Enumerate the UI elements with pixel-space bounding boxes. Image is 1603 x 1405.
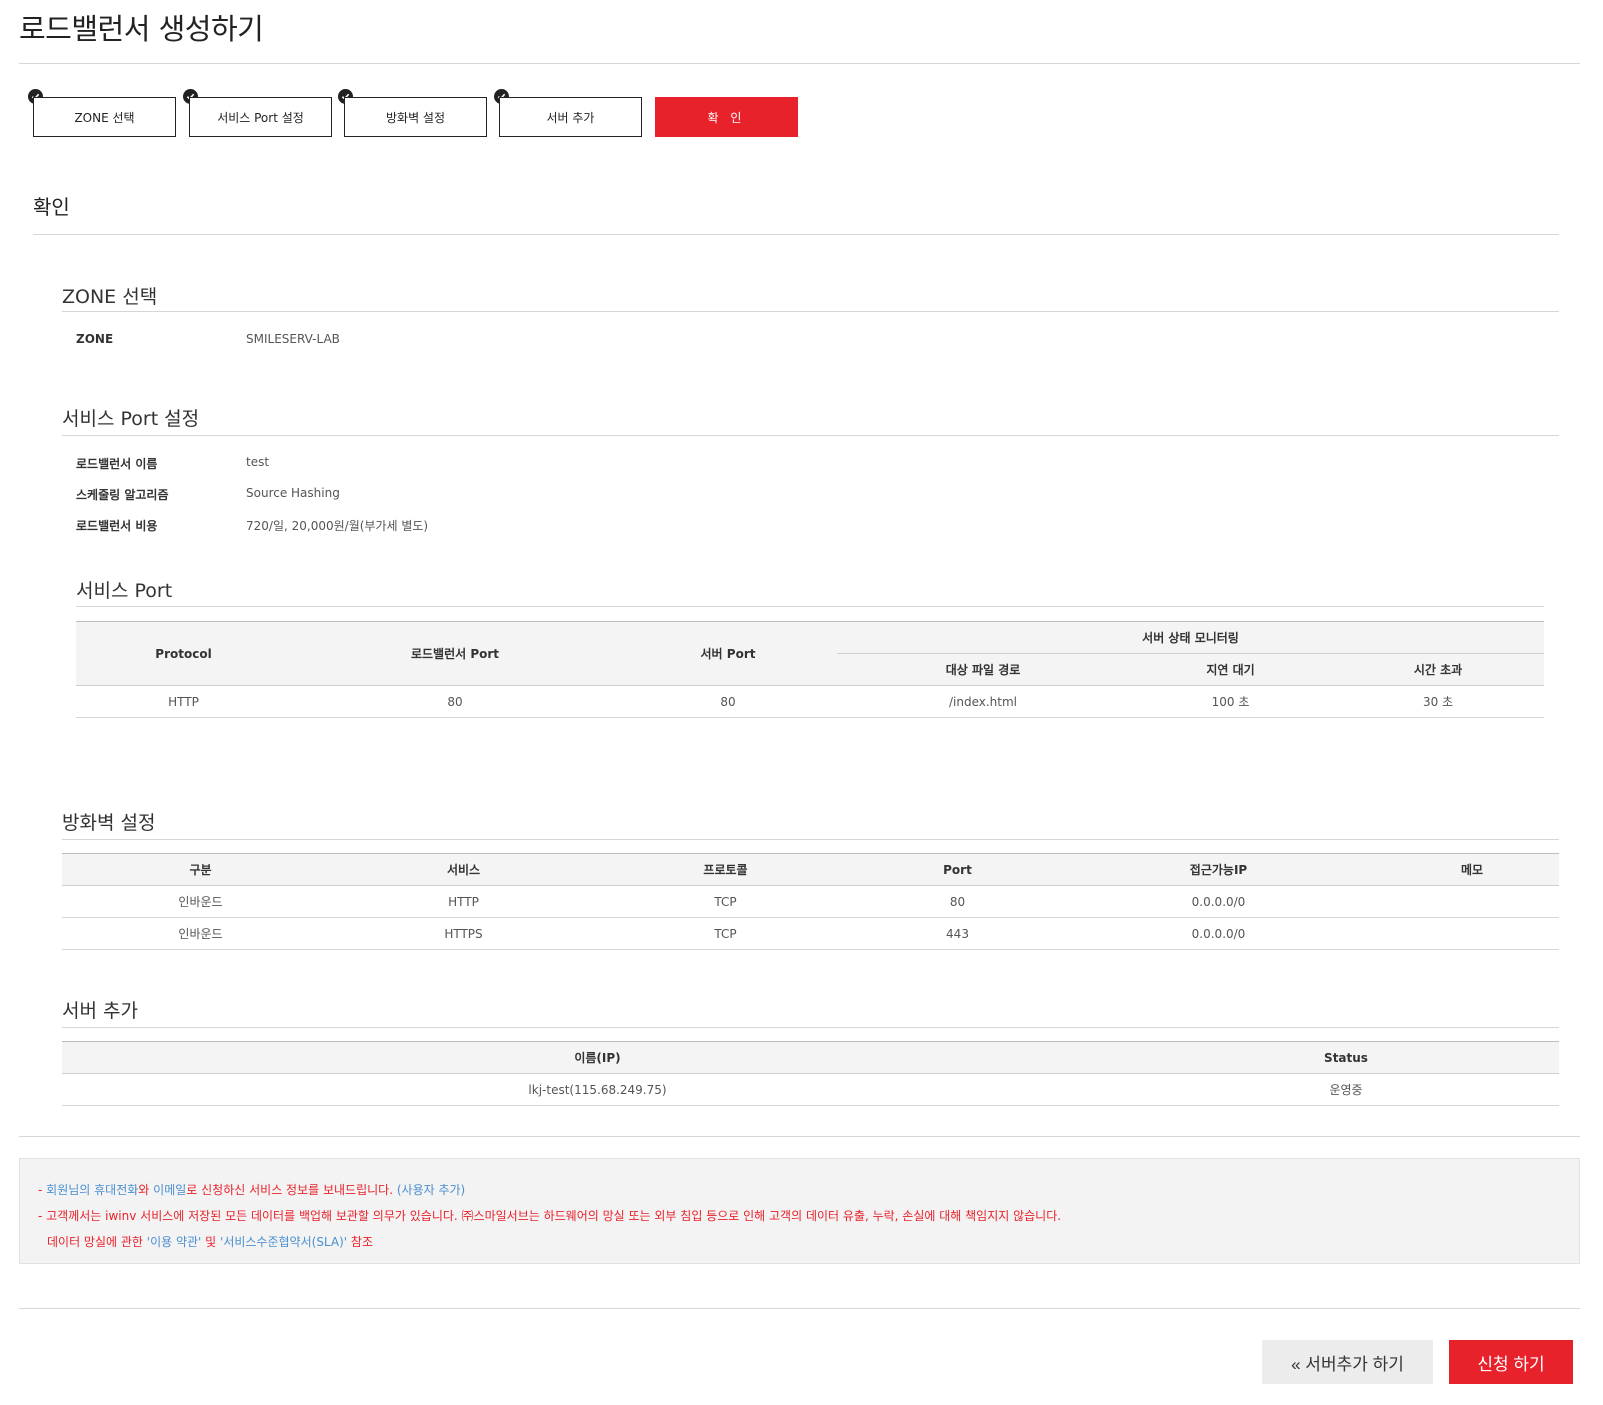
cell-protocol: HTTP (76, 685, 291, 718)
service-port-table-title: 서비스 Port (76, 580, 173, 602)
step-zone[interactable]: ZONE 선택 (33, 97, 176, 137)
notice-email: 이메일 (153, 1183, 187, 1197)
apply-button[interactable]: 신청 하기 (1449, 1340, 1573, 1384)
firewall-section-title: 방화벽 설정 (62, 812, 156, 834)
cell-memo (1385, 917, 1559, 950)
cell-allowed-ip: 0.0.0.0/0 (1052, 885, 1385, 918)
add-user-link[interactable]: (사용자 추가) (393, 1183, 465, 1197)
page-title: 로드밸런서 생성하기 (19, 12, 264, 46)
table-row: 인바운드 HTTP TCP 80 0.0.0.0/0 (62, 885, 1559, 918)
firewall-section-divider (62, 839, 1559, 840)
col-monitoring: 서버 상태 모니터링 (837, 621, 1545, 654)
col-lb-port: 로드밸런서 Port (291, 621, 619, 686)
cell-timeout: 30 초 (1332, 685, 1545, 718)
footer-divider (19, 1308, 1580, 1309)
sla-link[interactable]: '서비스수준협약서(SLA)' (220, 1235, 347, 1249)
cell-allowed-ip: 0.0.0.0/0 (1052, 917, 1385, 950)
cell-memo (1385, 885, 1559, 918)
cell-port: 443 (863, 917, 1052, 950)
firewall-table: 구분 서비스 프로토콜 Port 접근가능IP 메모 인바운드 HTTP TCP… (62, 853, 1559, 950)
cell-port: 80 (863, 885, 1052, 918)
col-server-port: 서버 Port (619, 621, 837, 686)
cell-protocol: TCP (588, 885, 863, 918)
notice-and-2: 및 (201, 1235, 221, 1249)
notice-line-2: - 고객께서는 iwinv 서비스에 저장된 모든 데이터를 백업해 보관할 의… (38, 1209, 1062, 1223)
cell-type: 인바운드 (62, 917, 339, 950)
table-row: 인바운드 HTTPS TCP 443 0.0.0.0/0 (62, 917, 1559, 950)
step-add-server[interactable]: 서버 추가 (499, 97, 642, 137)
col-protocol: Protocol (76, 621, 291, 686)
step-firewall[interactable]: 방화벽 설정 (344, 97, 487, 137)
server-section-title: 서버 추가 (62, 1000, 138, 1022)
cell-name-ip: lkj-test(115.68.249.75) (62, 1073, 1133, 1106)
step-service-port[interactable]: 서비스 Port 설정 (189, 97, 332, 137)
notice-phone: 회원님의 휴대전화 (46, 1183, 139, 1197)
title-divider (19, 63, 1580, 64)
col-type: 구분 (62, 853, 339, 886)
lb-name-label: 로드밸런서 이름 (76, 457, 158, 471)
notice-line-1: - 회원님의 휴대전화와 이메일로 신청하신 서비스 정보를 보내드립니다. (… (38, 1177, 1561, 1203)
notice-refer: 참조 (347, 1235, 373, 1249)
lb-cost-value: 720/일, 20,000원/월(부가세 별도) (246, 519, 429, 533)
service-port-section-divider (62, 435, 1559, 436)
col-port: Port (863, 853, 1052, 886)
lb-name-value: test (246, 455, 270, 469)
cell-delay: 100 초 (1129, 685, 1332, 718)
col-path: 대상 파일 경로 (837, 653, 1129, 686)
zone-value: SMILESERV-LAB (246, 332, 340, 346)
notice-data-loss: 데이터 망실에 관한 (47, 1235, 147, 1249)
table-row: HTTP 80 80 /index.html 100 초 30 초 (76, 685, 1545, 718)
cell-lb-port: 80 (291, 685, 619, 718)
notice-line-3: 데이터 망실에 관한 '이용 약관' 및 '서비스수준협약서(SLA)' 참조 (38, 1229, 1561, 1255)
col-timeout: 시간 초과 (1332, 653, 1545, 686)
cell-service: HTTP (339, 885, 588, 918)
notice-dash: - (38, 1183, 47, 1197)
zone-label: ZONE (76, 332, 114, 346)
service-port-table: Protocol 로드밸런서 Port 서버 Port 서버 상태 모니터링 대… (76, 621, 1545, 718)
col-memo: 메모 (1385, 853, 1559, 886)
col-allowed-ip: 접근가능IP (1052, 853, 1385, 886)
cell-path: /index.html (837, 685, 1129, 718)
notice-send-text: 로 신청하신 서비스 정보를 보내드립니다. (186, 1183, 394, 1197)
cell-service: HTTPS (339, 917, 588, 950)
cell-type: 인바운드 (62, 885, 339, 918)
notice-box: - 회원님의 휴대전화와 이메일로 신청하신 서비스 정보를 보내드립니다. (… (19, 1158, 1580, 1264)
server-table: 이름(IP) Status lkj-test(115.68.249.75) 운영… (62, 1041, 1559, 1106)
cell-server-port: 80 (619, 685, 837, 718)
col-service: 서비스 (339, 853, 588, 886)
zone-section-divider (62, 311, 1559, 312)
content-end-divider (19, 1136, 1580, 1137)
scheduling-value: Source Hashing (246, 486, 340, 500)
terms-link[interactable]: '이용 약관' (147, 1235, 202, 1249)
service-port-table-divider (76, 606, 1544, 607)
col-delay: 지연 대기 (1129, 653, 1332, 686)
cell-protocol: TCP (588, 917, 863, 950)
lb-cost-label: 로드밸런서 비용 (76, 519, 158, 533)
back-to-add-server-button[interactable]: « 서버추가 하기 (1262, 1340, 1433, 1384)
table-row: lkj-test(115.68.249.75) 운영중 (62, 1073, 1559, 1106)
notice-and: 와 (138, 1183, 154, 1197)
scheduling-label: 스케줄링 알고리즘 (76, 488, 169, 502)
step-confirm[interactable]: 확 인 (655, 97, 798, 137)
col-protocol: 프로토콜 (588, 853, 863, 886)
cell-status: 운영중 (1133, 1073, 1559, 1106)
col-name-ip: 이름(IP) (62, 1041, 1133, 1074)
col-status: Status (1133, 1041, 1559, 1074)
zone-section-title: ZONE 선택 (62, 286, 158, 308)
confirm-heading: 확인 (33, 195, 70, 219)
service-port-section-title: 서비스 Port 설정 (62, 408, 200, 430)
confirm-divider (33, 234, 1559, 235)
server-section-divider (62, 1027, 1559, 1028)
